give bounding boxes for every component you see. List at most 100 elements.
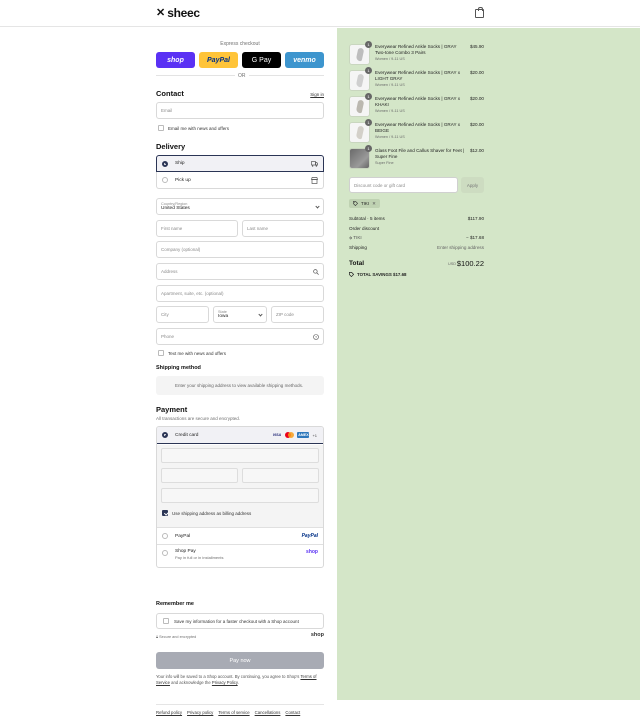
email-field[interactable]: Email: [156, 102, 324, 119]
legal-text-3: .: [237, 680, 239, 686]
cart-item: 1 Everywear Refined Ankle Socks | GRAY x…: [349, 119, 484, 146]
venmo-button[interactable]: venmo: [285, 52, 324, 68]
privacy-policy-link[interactable]: Privacy Policy: [212, 680, 238, 685]
paypal-label: PayPal: [175, 533, 191, 539]
quantity-badge: 1: [365, 145, 372, 152]
phone-placeholder: Phone: [161, 334, 175, 339]
company-field[interactable]: Company (optional): [156, 241, 324, 258]
sign-in-link[interactable]: Sign in: [310, 92, 324, 97]
credit-card-radio[interactable]: [162, 432, 168, 438]
city-field[interactable]: City: [156, 306, 209, 323]
tag-icon: [353, 201, 358, 206]
google-pay-button[interactable]: G Pay: [242, 52, 281, 68]
order-discount-value: − $17.68: [465, 235, 484, 240]
payment-subtitle: All transactions are secure and encrypte…: [156, 416, 241, 421]
country-select[interactable]: Country/Region United States: [156, 198, 324, 215]
tag-icon: ⬗: [349, 235, 353, 240]
item-name: Glass Foot File and Callus Shaver for Fe…: [375, 148, 465, 159]
checkbox[interactable]: [158, 125, 164, 131]
paypal-radio[interactable]: [162, 533, 168, 539]
item-title: Everywear Refined Ankle Socks | GRAY x L…: [375, 70, 465, 88]
shop-pay-option[interactable]: Shop Pay Pay in full or in installments …: [157, 544, 323, 567]
order-summary: 1 Everywear Refined Ankle Socks | GRAY T…: [337, 28, 640, 700]
pickup-option[interactable]: Pick up: [156, 172, 324, 189]
address-placeholder: Address: [161, 269, 178, 274]
card-expiry-field[interactable]: [161, 468, 238, 483]
item-variant: Women / 9-11 US: [375, 135, 405, 139]
card-logos: VISA AMEX +1: [271, 432, 317, 438]
legal-text-1: Your info will be saved to a Shop accoun…: [156, 674, 300, 679]
card-number-field[interactable]: [161, 448, 319, 463]
item-name: Everywear Refined Ankle Socks | GRAY x L…: [375, 70, 461, 81]
item-price: $20.00: [469, 70, 484, 75]
credit-card-form: Use shipping address as billing address: [157, 445, 323, 527]
address-field[interactable]: Address: [156, 263, 324, 280]
ship-label: Ship: [175, 161, 185, 166]
card-name-field[interactable]: [161, 488, 319, 503]
shop-pay-radio[interactable]: [162, 550, 168, 556]
cancellations-link[interactable]: Cancellations: [255, 710, 281, 715]
contact-link[interactable]: Contact: [285, 710, 300, 715]
state-value: Iowa: [218, 314, 229, 319]
shipping-value: Enter shipping address: [437, 245, 484, 250]
item-name: Everywear Refined Ankle Socks | GRAY x K…: [375, 96, 461, 107]
sms-newsletter-checkbox[interactable]: Text me with news and offers: [158, 350, 226, 356]
footer-divider: [156, 704, 324, 705]
total-label: Total: [349, 260, 365, 267]
apply-discount-button[interactable]: Apply: [461, 177, 484, 193]
discount-code-field[interactable]: Discount code or gift card: [349, 177, 458, 193]
tag-icon: [349, 272, 354, 277]
shop-pay-text: Shop Pay Pay in full or in installments: [175, 549, 223, 560]
payment-methods: Credit card VISA AMEX +1 Use shipping ad…: [156, 426, 324, 568]
store-icon: [311, 177, 318, 184]
order-discount-code: TIKI: [353, 235, 362, 240]
help-circle-icon[interactable]: ?: [313, 333, 319, 340]
cart-item: 1 Everywear Refined Ankle Socks | GRAY x…: [349, 93, 484, 120]
terms-of-service-footer-link[interactable]: Terms of service: [218, 710, 249, 715]
last-name-field[interactable]: Last name: [242, 220, 324, 237]
order-discount-code-row: ⬗ TIKI − $17.68: [349, 235, 484, 240]
paypal-logo: PayPal: [301, 533, 318, 539]
bag-icon[interactable]: [475, 7, 484, 18]
visa-icon: VISA: [272, 433, 282, 437]
footer-links: Refund policy Privacy policy Terms of se…: [156, 710, 300, 715]
ship-option[interactable]: Ship: [156, 155, 324, 172]
item-title: Everywear Refined Ankle Socks | GRAY x B…: [375, 122, 465, 140]
paypal-button[interactable]: PayPal: [199, 52, 238, 68]
checkbox[interactable]: [163, 618, 169, 624]
pickup-label: Pick up: [175, 177, 191, 183]
item-variant: Women / 9-11 US: [375, 57, 405, 61]
card-cvc-field[interactable]: [242, 468, 319, 483]
credit-card-option[interactable]: Credit card VISA AMEX +1: [157, 427, 323, 444]
privacy-policy-footer-link[interactable]: Privacy policy: [187, 710, 213, 715]
express-checkout-buttons: shop PayPal G Pay venmo: [156, 52, 324, 68]
apartment-field[interactable]: Apartment, suite, etc. (optional): [156, 285, 324, 302]
first-name-field[interactable]: First name: [156, 220, 238, 237]
item-price: $12.00: [469, 148, 484, 153]
quantity-badge: 1: [365, 41, 372, 48]
checkbox[interactable]: [158, 350, 164, 356]
shipping-method-title: Shipping method: [156, 365, 201, 371]
checkbox-checked[interactable]: [162, 510, 168, 516]
ship-radio[interactable]: [162, 160, 168, 167]
state-select[interactable]: State Iowa: [213, 306, 267, 323]
item-name: Everywear Refined Ankle Socks | GRAY Two…: [375, 44, 457, 55]
remove-discount-icon[interactable]: ✕: [372, 201, 376, 207]
pay-now-button[interactable]: Pay now: [156, 652, 324, 669]
email-newsletter-checkbox[interactable]: Email me with news and offers: [158, 125, 229, 131]
contact-title: Contact: [156, 89, 184, 98]
pickup-radio[interactable]: [162, 177, 168, 183]
refund-policy-link[interactable]: Refund policy: [156, 710, 182, 715]
zip-field[interactable]: ZIP code: [271, 306, 324, 323]
shop-pay-button[interactable]: shop: [156, 52, 195, 68]
remember-me-option[interactable]: Save my information for a faster checkou…: [156, 613, 324, 629]
truck-icon: [311, 161, 318, 167]
phone-field[interactable]: Phone ?: [156, 328, 324, 345]
cart-item: 1 Everywear Refined Ankle Socks | GRAY T…: [349, 41, 484, 68]
item-name: Everywear Refined Ankle Socks | GRAY x B…: [375, 122, 461, 133]
billing-same-checkbox[interactable]: Use shipping address as billing address: [162, 510, 251, 516]
express-checkout-title: Express checkout: [220, 41, 260, 47]
subtotal-label: Subtotal · 5 items: [349, 216, 385, 221]
paypal-option[interactable]: PayPal PayPal: [157, 527, 323, 544]
brand-logo[interactable]: ✕ sheec: [156, 7, 200, 19]
